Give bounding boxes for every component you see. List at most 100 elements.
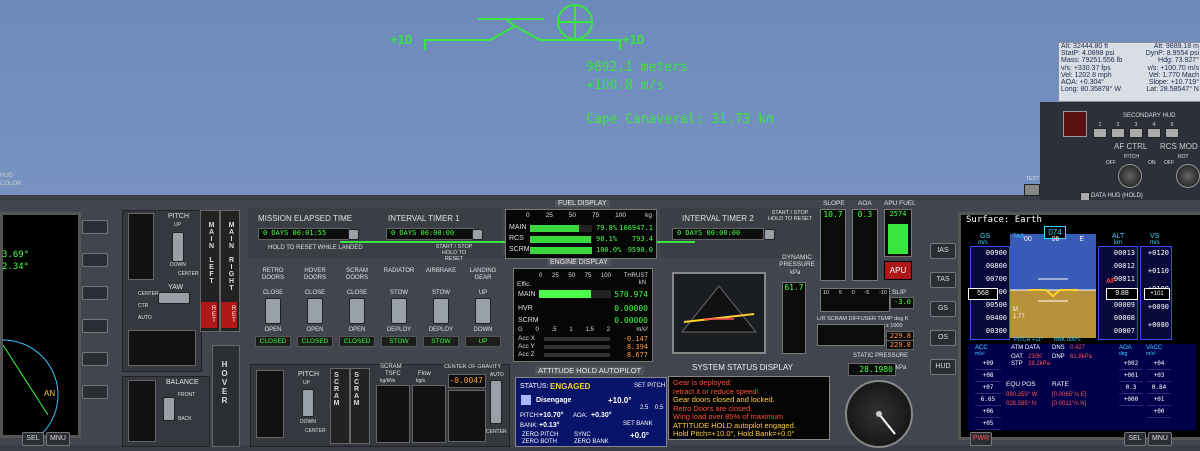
yaw-ctr-label: CTR [138,303,149,309]
secondary-hud-title: SECONDARY HUD [1123,113,1176,119]
autopilot-set-pitch: SET PITCH [634,383,666,389]
mfd-side-button-tas[interactable]: TAS [930,272,956,288]
zero-bank-button[interactable]: ZERO BANK [574,439,609,445]
secondary-hud-buttons: 12345 [1093,122,1179,138]
engine-thrust-label: THRUST [623,273,648,279]
main-right-retro[interactable]: RET [221,302,237,328]
left-mfd-btn-2[interactable] [82,253,108,267]
fuel-row-kg: 793.4 [631,235,653,243]
balance-front: FRONT [178,392,196,398]
fuel-scale-tick: 75 [591,212,600,219]
secondary-hud-button-body[interactable] [1129,128,1143,138]
sync-button[interactable]: SYNC [574,432,591,438]
fuel-scale-tick: 25 [545,212,553,219]
mission-timer-button[interactable] [348,229,359,240]
yaw-trim-switch[interactable] [158,292,190,304]
engine-main-bar [539,290,591,298]
diffuser-title: L/R SCRAM DIFFUSER TEMP deg K [817,316,909,322]
secondary-hud-button-2[interactable]: 2 [1111,122,1125,138]
tape-value: 00500 [985,301,1007,309]
tape-value: +0120 [1147,249,1169,257]
apu-button[interactable]: APU [884,261,912,280]
left-mfd-btn-3[interactable] [82,286,108,300]
scram-pitch-title: PITCH [298,371,319,378]
secondary-hud-button-3[interactable]: 3 [1129,122,1143,138]
secondary-hud-button-body[interactable] [1165,128,1179,138]
hud-altitude: 9892.1 meters [586,60,688,75]
scram-doors-status: CLOSED [339,336,375,347]
airbrake-title: AIRBRAKE [425,268,457,274]
autopilot-pitch: +10.70° [539,412,564,419]
accel-scale-tick: G [518,327,523,333]
apu-fuel-bar [888,224,908,254]
fuel-scale-tick: 0 [526,212,530,219]
zero-both-button[interactable]: ZERO BOTH [522,439,557,445]
mfd-side-button-hud[interactable]: HUD [930,359,956,375]
vacc-unit: m/s² [1146,351,1156,357]
secondary-hud-button-1[interactable]: 1 [1093,122,1107,138]
mission-timer-hold: HOLD TO RESET WHILE LANDED [268,245,363,251]
af-ctrl-knob[interactable] [1118,164,1142,188]
interval1-button[interactable] [472,229,483,240]
tape-value: +06 [975,406,1001,418]
zero-pitch-button[interactable]: ZERO PITCH [522,432,558,438]
engine-scale-tick: 50 [568,273,575,279]
fuel-row-label: MAIN [509,224,527,231]
scram-pitch-up: UP [303,380,310,386]
interval2-button[interactable] [764,229,775,240]
left-mfd-btn-6[interactable] [82,385,108,399]
hover-label: HOVER [220,360,229,405]
left-mfd-btn-4[interactable] [82,319,108,333]
rcs-mode-knob[interactable] [1176,164,1200,188]
mfd-side-button-os[interactable]: OS [930,330,956,346]
radiator-switch[interactable] [391,298,407,324]
mfd-side-button-gs[interactable]: GS [930,301,956,317]
scram-doors-switch[interactable] [349,298,365,324]
fuel-row-pct: 98.1% [596,235,618,243]
test-button[interactable] [1024,184,1040,196]
disengage-button[interactable]: Disengage [536,397,571,404]
autopilot-aoa: +0.30° [591,412,612,419]
mfd-side-button-ias[interactable]: IAS [930,243,956,259]
balance-switch[interactable] [163,397,175,421]
fuel-bar [530,225,580,232]
right-sel-button[interactable]: SEL [1124,432,1146,446]
right-mnu-button[interactable]: MNU [1148,432,1172,446]
gs-label: GS [980,233,991,240]
data-hud-left: v/s: +330.37 fps [1061,64,1111,72]
cog-switch[interactable] [490,380,502,424]
left-sel-button[interactable]: SEL [22,432,44,446]
scram-doors-title: SCRAM DOORS [345,268,368,281]
autopilot-step-2[interactable]: 0.5 [655,405,663,411]
autopilot-step-1[interactable]: 2.5 [640,405,648,411]
secondary-hud-button-body[interactable] [1147,128,1161,138]
balance-back: BACK [178,416,192,422]
secondary-hud-button-body[interactable] [1093,128,1107,138]
pitch-trim-switch[interactable] [172,232,184,262]
main-left-retro[interactable]: RET [201,302,217,328]
secondary-hud-button-5[interactable]: 5 [1165,122,1179,138]
mission-timer-days: 0 DAYS [263,229,289,237]
left-mfd-marker: AN [44,389,56,398]
accel-bar-track [544,337,610,341]
landing-gear-switch[interactable] [475,298,491,324]
left-mnu-button[interactable]: MNU [46,432,70,446]
scram-pitch-switch[interactable] [302,389,314,417]
accel-bar-track [544,353,610,357]
airbrake-switch[interactable] [433,298,449,324]
acc-unit: m/s² [975,351,985,357]
slip-gauge: 10 5 0 -5 -10 [820,288,890,312]
secondary-hud-button-body[interactable] [1111,128,1125,138]
data-hud-row: Vel: 1202.8 mph Vel: 1.770 Mach [1059,72,1200,79]
disengage-checkbox[interactable] [521,395,531,405]
engine-scale-tick: 100 [600,273,611,279]
autopilot-status-label: STATUS: [520,383,549,390]
left-mfd-btn-1[interactable] [82,220,108,234]
pwr-button[interactable]: PWR [970,432,992,446]
secondary-hud-button-4[interactable]: 4 [1147,122,1161,138]
autopilot-panel: STATUS: ENGAGED SET PITCH Disengage +10.… [515,377,667,447]
dnp-value: 61.8kPa [1070,354,1093,360]
left-mfd-btn-5[interactable] [82,352,108,366]
retro-doors-switch[interactable] [265,298,281,324]
hover-doors-switch[interactable] [307,298,323,324]
